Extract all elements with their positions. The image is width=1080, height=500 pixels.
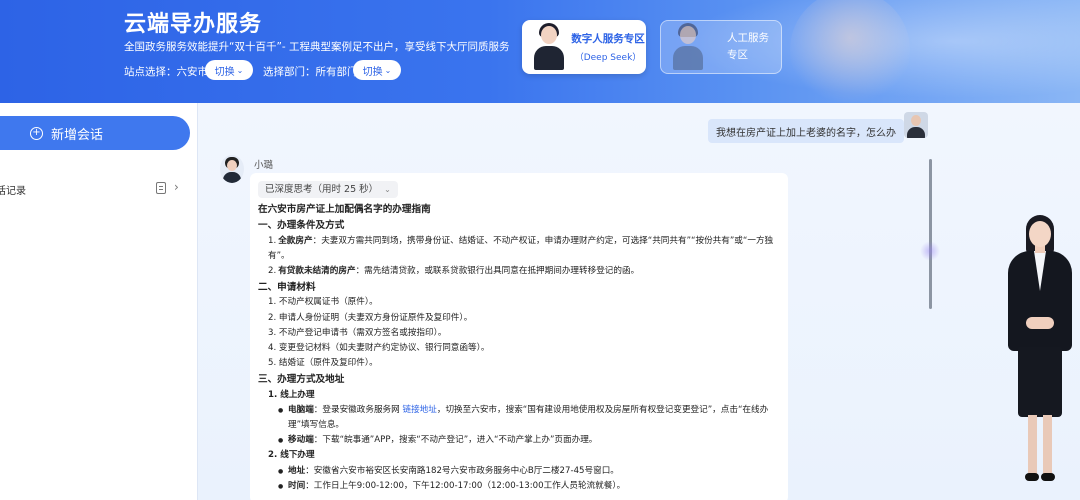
digital-human-mode-card[interactable]: 数字人服务专区 （Deep Seek） <box>522 20 646 74</box>
list-item: 1. 全款房产：夫妻双方需共同到场，携带身份证、结婚证、不动产权证，申请办理财产约… <box>268 235 774 261</box>
human-mode-line2: 专区 <box>727 49 748 61</box>
new-chat-label: 新增会话 <box>51 127 104 143</box>
portal-link[interactable]: 链接地址 <box>402 405 436 415</box>
section-heading: 三、办理方式及地址 <box>258 374 345 386</box>
answer-title: 在六安市房产证上加配偶名字的办理指南 <box>258 204 431 216</box>
site-selection-label: 站点选择：六安市 <box>124 66 208 78</box>
department-switch-label: 切换 <box>362 66 383 78</box>
digital-mode-title: 数字人服务专区 <box>571 33 645 45</box>
section-heading: 二、申请材料 <box>258 282 316 294</box>
assistant-avatar <box>220 155 244 183</box>
sparkle-icon <box>920 241 940 261</box>
chevron-down-icon: ⌄ <box>236 65 244 75</box>
user-message-bubble: 我想在房产证上加上老婆的名字，怎么办 <box>708 119 904 143</box>
human-agent-avatar <box>667 22 709 72</box>
app-subtitle: 全国政务服务效能提升“双十百千”- 工程典型案例足不出户，享受线下大厅同质服务 <box>124 41 510 53</box>
header-agent-photo <box>790 0 910 103</box>
digital-mode-subtitle: （Deep Seek） <box>574 53 642 63</box>
list-item: 4. 变更登记材料（如夫妻财产约定协议、银行同意函等）。 <box>268 343 490 354</box>
chat-scrollbar[interactable] <box>929 159 932 309</box>
app-title: 云端导办服务 <box>124 12 263 37</box>
subsection-heading: 1. 线上办理 <box>268 389 315 400</box>
digital-human-figure <box>1000 215 1080 495</box>
app-header: 云端导办服务 全国政务服务效能提升“双十百千”- 工程典型案例足不出户，享受线下… <box>0 0 1080 103</box>
list-item: 2. 有贷款未结清的房产：需先结清贷款，或联系贷款银行出具同意在抵押期间办理转移登… <box>268 266 640 277</box>
human-service-mode-card[interactable]: 人工服务 专区 <box>660 20 782 74</box>
chat-history-label: 话记录 <box>0 185 26 197</box>
site-switch-label: 切换 <box>214 66 235 78</box>
chevron-right-icon: › <box>174 180 179 194</box>
site-switch-button[interactable]: 切换 ⌄ <box>205 60 253 80</box>
section-heading: 一、办理条件及方式 <box>258 220 345 232</box>
list-item: 时间：工作日上午9:00-12:00，下午12:00-17:00（12:00-1… <box>258 479 778 494</box>
digital-human-avatar <box>528 22 570 72</box>
deep-thinking-toggle[interactable]: 已深度思考（用时 25 秒） ⌄ <box>258 181 398 199</box>
list-item: 2. 申请人身份证明（夫妻双方身份证原件及复印件）。 <box>268 312 473 323</box>
assistant-name: 小璐 <box>254 160 274 171</box>
list-item: 电脑端：登录安徽政务服务网 链接地址，切换至六安市，搜索“国有建设用地使用权及房… <box>258 403 778 433</box>
plus-icon: + <box>30 126 43 140</box>
new-chat-button[interactable]: + 新增会话 <box>0 116 190 150</box>
chevron-down-icon: ⌄ <box>384 185 391 194</box>
list-item: 地址：安徽省六安市裕安区长安南路182号六安市政务服务中心B厅二楼27-45号窗… <box>258 464 778 479</box>
assistant-answer-card: 已深度思考（用时 25 秒） ⌄ 在六安市房产证上加配偶名字的办理指南 一、办理… <box>250 173 788 500</box>
document-icon <box>156 182 166 194</box>
deep-thinking-label: 已深度思考（用时 25 秒） <box>265 184 379 195</box>
list-item: 1. 不动产权属证书（原件）。 <box>268 297 378 308</box>
subsection-heading: 2. 线下办理 <box>268 450 315 461</box>
chevron-down-icon: ⌄ <box>384 65 392 75</box>
list-item: 5. 结婚证（原件及复印件）。 <box>268 358 378 369</box>
department-switch-button[interactable]: 切换 ⌄ <box>353 60 401 80</box>
chat-area: 我想在房产证上加上老婆的名字，怎么办 小璐 已深度思考（用时 25 秒） ⌄ 在… <box>198 103 1080 500</box>
human-mode-line1: 人工服务 <box>727 32 769 44</box>
chat-history-row[interactable]: 话记录 › <box>0 178 190 200</box>
sidebar: + 新增会话 话记录 › <box>0 103 198 500</box>
department-selection-label: 选择部门：所有部门 <box>263 66 358 78</box>
list-item: 3. 不动产登记申请书（需双方签名或按指印）。 <box>268 327 447 338</box>
user-avatar <box>904 112 928 138</box>
list-item: 移动端：下载“皖事通”APP，搜索“不动产登记”，进入“不动产掌上办”页面办理。 <box>258 433 778 448</box>
